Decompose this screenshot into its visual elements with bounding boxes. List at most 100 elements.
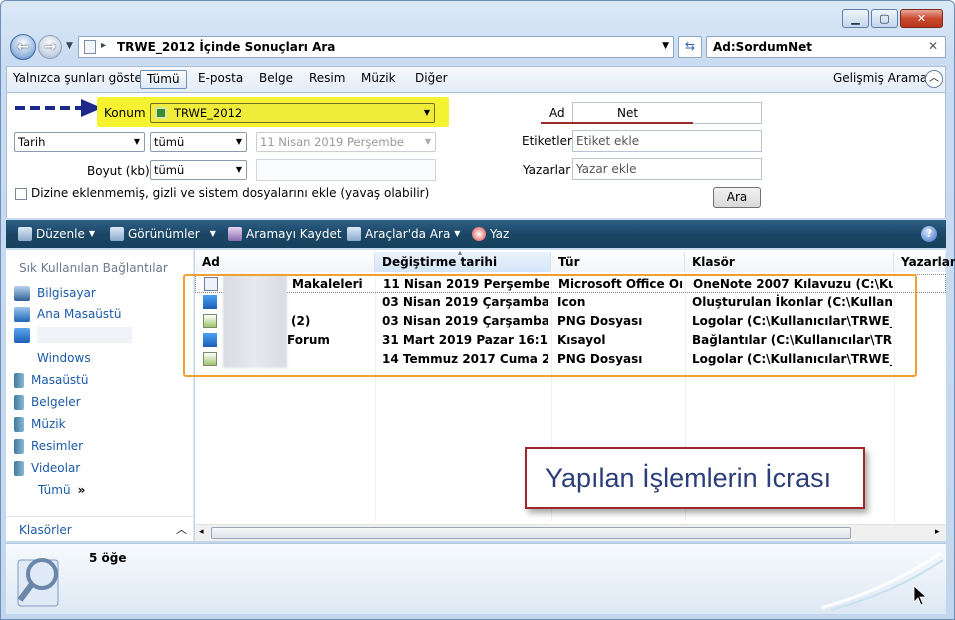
include-hidden-checkbox[interactable] [15, 188, 27, 200]
organize-icon [18, 227, 32, 241]
column-authors[interactable]: Yazarlar [894, 252, 955, 272]
address-bar[interactable]: ▸ TRWE_2012 İçinde Sonuçları Ara ▼ [78, 36, 674, 58]
address-text: TRWE_2012 İçinde Sonuçları Ara [117, 40, 336, 54]
filter-tab-email[interactable]: E-posta [192, 70, 249, 89]
search-box[interactable]: Ad:SordumNet ✕ [706, 36, 946, 58]
date-field-value: Tarih [18, 135, 46, 149]
desktop-folder-icon [14, 372, 24, 388]
name-underline [541, 122, 693, 124]
name-label: Ad [549, 106, 565, 120]
column-date[interactable]: Değiştirme tarihi [375, 252, 551, 272]
computer-icon [14, 285, 30, 301]
filter-tab-music[interactable]: Müzik [355, 70, 402, 89]
sidebar-item-pictures[interactable]: Resimler [14, 436, 83, 456]
sidebar-item-windows[interactable]: Windows [14, 348, 91, 368]
sidebar-item-computer[interactable]: Bilgisayar [14, 283, 96, 303]
settings-folder-icon [14, 327, 30, 343]
drive-icon [155, 107, 167, 119]
minimize-icon: ▁ [851, 12, 860, 25]
scroll-left-icon[interactable]: ◂ [199, 527, 204, 537]
folders-section[interactable]: Klasörler ︿ [6, 516, 194, 541]
filter-tab-picture[interactable]: Resim [303, 70, 351, 89]
size-value-input[interactable] [256, 159, 436, 181]
breadcrumb-separator-icon: ▸ [101, 40, 107, 51]
search-tools-dropdown-icon: ▼ [454, 229, 461, 238]
filter-tab-document[interactable]: Belge [253, 70, 299, 89]
advanced-search-panel: Konum TRWE_2012 ▼ Tarih ▼ tümü ▼ 11 Nisan … [6, 93, 946, 218]
name-value: Net [617, 106, 639, 120]
views-menu[interactable]: Görünümler ▼ [110, 226, 216, 242]
tags-input[interactable]: Etiket ekle [572, 130, 762, 152]
burn-label: Yaz [490, 227, 510, 241]
annotation-arrow-icon [15, 99, 102, 117]
column-name[interactable]: Ad [195, 252, 375, 272]
sidebar-item-label: Ana Masaüstü [37, 307, 122, 321]
sidebar-item-documents[interactable]: Belgeler [14, 392, 81, 412]
close-button[interactable]: ✕ [900, 9, 943, 28]
search-box-text: Ad:SordumNet [713, 40, 813, 54]
double-chevron-icon: » [77, 483, 86, 497]
navigation-pane: Sık Kullanılan Bağlantılar Bilgisayar An… [6, 250, 194, 541]
favorites-header: Sık Kullanılan Bağlantılar [19, 261, 168, 275]
results-highlight-box [183, 274, 917, 377]
refresh-button[interactable]: ⇆ [678, 36, 702, 58]
organize-label: Düzenle [36, 227, 85, 241]
search-tools-label: Araçlar'da Ara [365, 227, 451, 241]
sidebar-item-label: Müzik [31, 417, 66, 431]
name-input[interactable]: Net [572, 102, 762, 124]
sidebar-item-redacted[interactable] [14, 325, 132, 345]
date-value-select[interactable]: 11 Nisan 2019 Perşembe ▼ [256, 132, 436, 152]
filter-tab-all[interactable]: Tümü [140, 70, 187, 89]
annotation-box: Yapılan İşlemlerin İcrası [525, 447, 865, 509]
maximize-button[interactable]: ▢ [871, 9, 898, 28]
address-dropdown-icon[interactable]: ▼ [662, 41, 669, 51]
search-button[interactable]: Ara [713, 187, 761, 208]
date-field-dropdown-icon: ▼ [133, 137, 140, 146]
filter-label: Yalnızca şunları göster: [13, 71, 151, 85]
sidebar-item-label: Resimler [31, 439, 84, 453]
save-icon [228, 227, 242, 241]
desktop-icon [14, 306, 30, 322]
horizontal-scrollbar[interactable]: ◂ ▸ [195, 524, 946, 541]
date-op-select[interactable]: tümü ▼ [150, 132, 247, 152]
documents-icon [14, 394, 24, 410]
scroll-right-icon[interactable]: ▸ [935, 527, 940, 537]
sidebar-item-home-desktop[interactable]: Ana Masaüstü [14, 304, 121, 324]
filter-tab-other[interactable]: Diğer [409, 70, 454, 89]
back-button[interactable]: ← [10, 34, 36, 60]
search-in-tools-menu[interactable]: Araçlar'da Ara ▼ [347, 226, 460, 242]
history-dropdown-icon[interactable]: ▼ [66, 41, 73, 51]
folders-chevron-icon: ︿ [176, 523, 187, 536]
sidebar-more-link[interactable]: Tümü » [38, 480, 85, 500]
views-label: Görünümler [128, 227, 200, 241]
column-type[interactable]: Tür [551, 252, 685, 272]
redacted-label [37, 327, 132, 343]
collapse-chevron-icon[interactable]: ︿ [925, 70, 943, 88]
help-icon[interactable]: ? [921, 226, 937, 242]
forward-button[interactable]: → [38, 35, 62, 59]
clear-search-icon[interactable]: ✕ [928, 39, 938, 53]
authors-input[interactable]: Yazar ekle [572, 158, 762, 180]
organize-dropdown-icon: ▼ [88, 229, 96, 238]
organize-menu[interactable]: Düzenle ▼ [18, 226, 95, 242]
date-field-select[interactable]: Tarih ▼ [14, 132, 145, 152]
date-value-dropdown-icon: ▼ [424, 137, 431, 146]
save-search-button[interactable]: Aramayı Kaydet [228, 226, 342, 242]
scrollbar-thumb[interactable] [211, 527, 851, 539]
sidebar-item-label: Bilgisayar [37, 286, 96, 300]
minimize-button[interactable]: ▁ [842, 9, 869, 28]
date-op-value: tümü [154, 135, 185, 149]
burn-button[interactable]: Yaz [472, 226, 509, 242]
authors-label: Yazarlar [523, 163, 571, 177]
close-icon: ✕ [916, 12, 927, 25]
size-op-select[interactable]: tümü ▼ [150, 160, 247, 180]
sidebar-item-videos[interactable]: Videolar [14, 458, 80, 478]
advanced-search-toggle[interactable]: Gelişmiş Arama [833, 70, 927, 89]
include-hidden-label: Dizine eklenmemiş, gizli ve sistem dosya… [31, 186, 430, 200]
column-folder[interactable]: Klasör [685, 252, 894, 272]
location-select[interactable]: TRWE_2012 ▼ [150, 103, 435, 123]
sidebar-item-desktop[interactable]: Masaüstü [14, 370, 88, 390]
sidebar-item-music[interactable]: Müzik [14, 414, 66, 434]
music-icon [14, 416, 24, 432]
sidebar-item-label: Windows [37, 351, 91, 365]
